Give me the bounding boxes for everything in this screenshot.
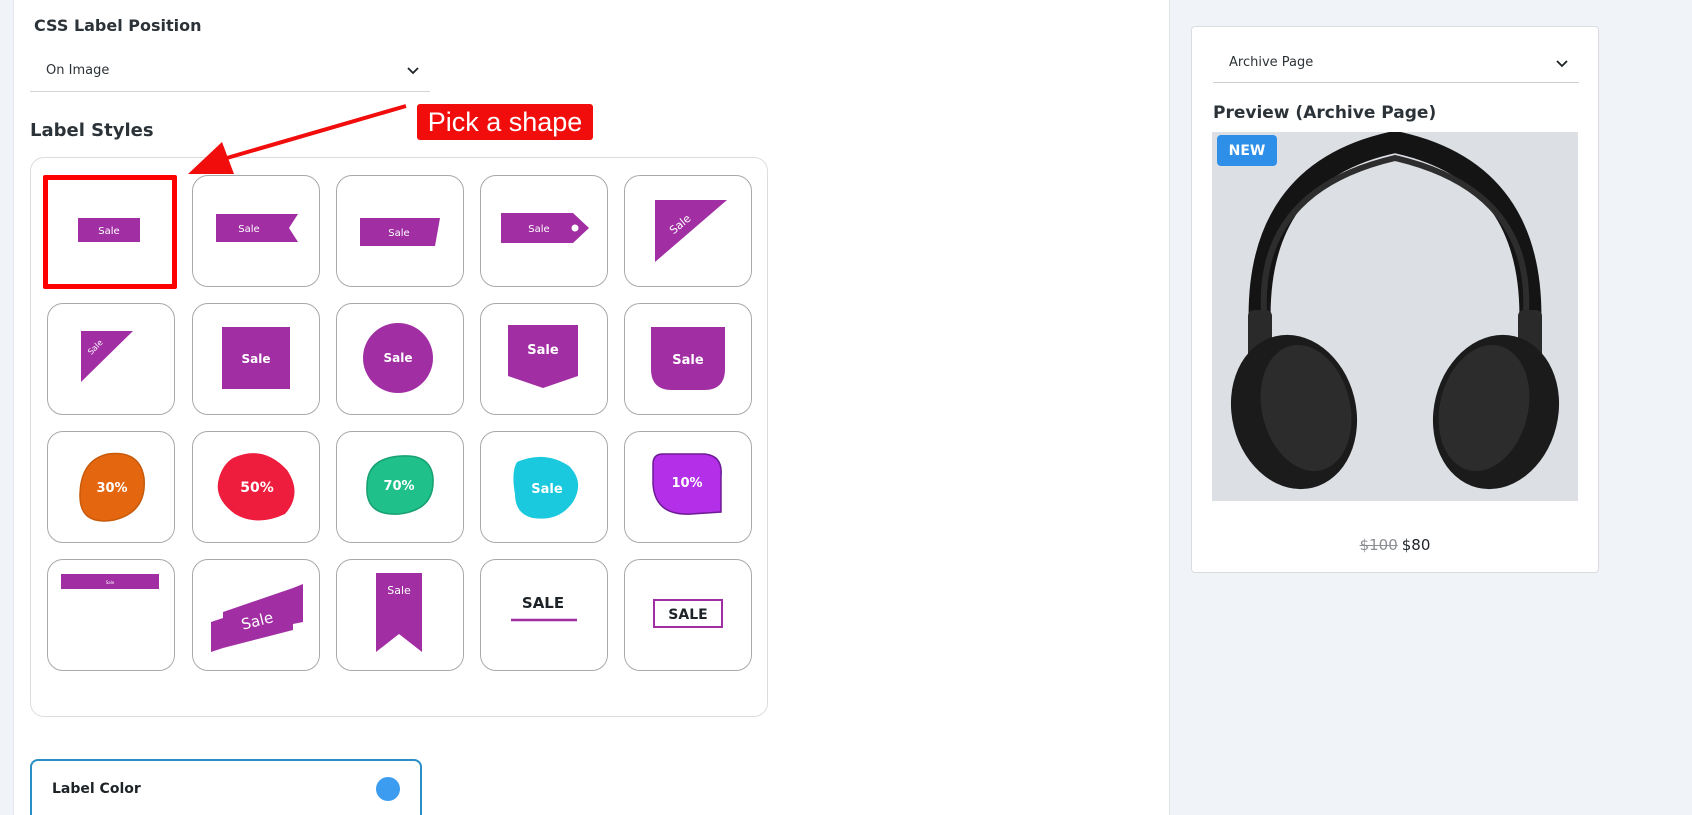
label-text: Sale bbox=[531, 482, 563, 497]
label-text: 50% bbox=[240, 480, 274, 496]
label-styles-heading: Label Styles bbox=[30, 120, 154, 141]
label-styles-grid: Sale Sale Sale Sale Sale Sale Sale Sale … bbox=[30, 157, 768, 717]
label-style-5[interactable]: Sale bbox=[624, 175, 752, 287]
label-text: Sale bbox=[106, 580, 115, 585]
label-position-heading: CSS Label Position bbox=[34, 16, 202, 35]
label-style-6[interactable]: Sale bbox=[47, 303, 175, 415]
label-position-select[interactable]: On Image bbox=[30, 50, 430, 92]
chevron-down-icon bbox=[407, 67, 419, 75]
label-text: Sale bbox=[98, 226, 119, 237]
label-text: 30% bbox=[96, 481, 127, 496]
chevron-down-icon bbox=[1556, 60, 1568, 68]
label-text: Sale bbox=[527, 343, 559, 358]
label-text: Sale bbox=[242, 352, 271, 366]
label-style-7[interactable]: Sale bbox=[192, 303, 320, 415]
label-text: SALE bbox=[522, 594, 564, 612]
new-badge: NEW bbox=[1217, 135, 1277, 166]
label-style-2[interactable]: Sale bbox=[192, 175, 320, 287]
label-style-14[interactable]: Sale bbox=[480, 431, 608, 543]
label-style-20[interactable]: SALE bbox=[624, 559, 752, 671]
label-color-swatch[interactable] bbox=[376, 777, 400, 801]
label-style-10[interactable]: Sale bbox=[624, 303, 752, 415]
label-style-4[interactable]: Sale bbox=[480, 175, 608, 287]
label-style-18[interactable]: Sale bbox=[336, 559, 464, 671]
label-color-label: Label Color bbox=[52, 781, 141, 797]
label-style-16[interactable]: Sale bbox=[47, 559, 175, 671]
product-image: NEW bbox=[1212, 132, 1578, 501]
label-style-1[interactable]: Sale bbox=[43, 175, 177, 289]
new-price: $80 bbox=[1401, 536, 1431, 554]
preview-page-select[interactable]: Archive Page bbox=[1213, 43, 1579, 83]
product-price: $100 $80 bbox=[1192, 536, 1598, 554]
label-text: Sale bbox=[528, 224, 549, 235]
annotation-callout: Pick a shape bbox=[417, 104, 593, 140]
label-text: 70% bbox=[383, 479, 414, 494]
label-style-12[interactable]: 50% bbox=[192, 431, 320, 543]
label-text: SALE bbox=[668, 607, 707, 623]
label-text: 10% bbox=[671, 476, 702, 491]
label-color-field[interactable]: Label Color bbox=[30, 759, 422, 815]
label-style-13[interactable]: 70% bbox=[336, 431, 464, 543]
label-style-9[interactable]: Sale bbox=[480, 303, 608, 415]
preview-card: Archive Page Preview (Archive Page) NEW … bbox=[1191, 26, 1599, 573]
label-style-8[interactable]: Sale bbox=[336, 303, 464, 415]
label-text: Sale bbox=[388, 228, 409, 239]
label-text: Sale bbox=[238, 224, 259, 235]
preview-page-value: Archive Page bbox=[1229, 55, 1314, 70]
label-style-19[interactable]: SALE bbox=[480, 559, 608, 671]
label-text: Sale bbox=[384, 351, 413, 365]
label-style-11[interactable]: 30% bbox=[47, 431, 175, 543]
old-price: $100 bbox=[1359, 536, 1398, 554]
label-style-17[interactable]: Sale bbox=[192, 559, 320, 671]
label-style-15[interactable]: 10% bbox=[624, 431, 752, 543]
preview-title: Preview (Archive Page) bbox=[1213, 103, 1437, 123]
headphones-image bbox=[1230, 132, 1560, 490]
label-text: Sale bbox=[672, 353, 704, 368]
label-style-3[interactable]: Sale bbox=[336, 175, 464, 287]
label-text: Sale bbox=[387, 584, 411, 597]
label-position-value: On Image bbox=[46, 63, 110, 78]
